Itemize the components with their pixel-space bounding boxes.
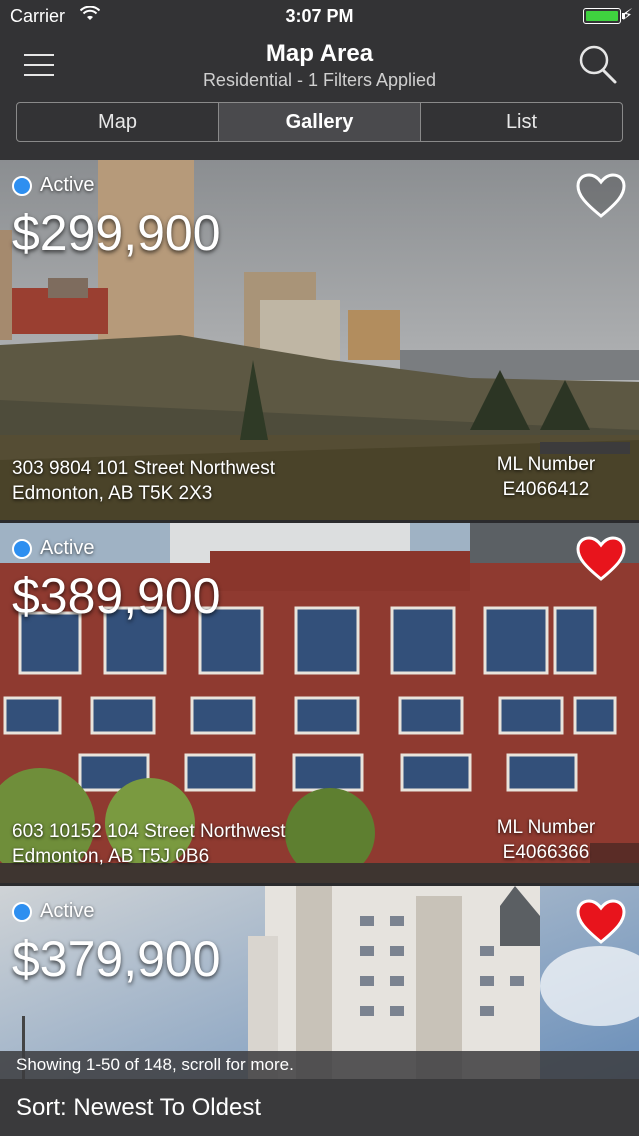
listing-price: $299,900 — [12, 205, 221, 261]
address-line-2: Edmonton, AB T5K 2X3 — [12, 483, 213, 504]
status-dot-icon — [12, 175, 32, 196]
listing-price: $379,900 — [12, 931, 221, 987]
address-line-2: Edmonton, AB T5J 0B6 — [12, 846, 210, 867]
listing-card[interactable]: Active $299,900 303 9804 101 Street Nort… — [0, 160, 639, 520]
listing-status: Active — [12, 537, 94, 560]
charging-icon: ⚡ — [621, 7, 633, 24]
results-count: Showing 1-50 of 148, scroll for more. — [0, 1051, 639, 1079]
ml-label: ML Number — [496, 454, 596, 475]
tab-gallery[interactable]: Gallery — [219, 103, 421, 141]
listing-status: Active — [12, 174, 94, 197]
ml-number: E4066366 — [502, 842, 590, 863]
listing-address: 303 9804 101 Street Northwest Edmonton, … — [12, 456, 275, 506]
favorite-button[interactable] — [575, 898, 627, 946]
listing-price: $389,900 — [12, 568, 221, 624]
address-line-1: 603 10152 104 Street Northwest — [12, 821, 286, 842]
tab-map[interactable]: Map — [17, 103, 219, 141]
ml-number-block: ML Number E4066412 — [481, 452, 611, 502]
view-switcher: Map Gallery List — [16, 102, 623, 142]
favorite-button[interactable] — [575, 535, 627, 583]
status-dot-icon — [12, 538, 32, 559]
status-label: Active — [40, 537, 95, 559]
listing-address: 603 10152 104 Street Northwest Edmonton,… — [12, 819, 286, 869]
search-icon — [579, 45, 617, 84]
tab-list[interactable]: List — [421, 103, 622, 141]
listing-card[interactable]: Active $389,900 603 10152 104 Street Nor… — [0, 523, 639, 883]
status-dot-icon — [12, 901, 32, 922]
ml-number-block: ML Number E4066366 — [481, 815, 611, 865]
search-button[interactable] — [577, 44, 619, 86]
sort-button[interactable]: Sort: Newest To Oldest — [0, 1079, 639, 1136]
status-label: Active — [40, 900, 95, 922]
listing-status: Active — [12, 900, 94, 923]
ml-label: ML Number — [496, 817, 596, 838]
ml-number: E4066412 — [502, 479, 590, 500]
clock: 3:07 PM — [285, 6, 354, 26]
favorite-button[interactable] — [575, 172, 627, 220]
battery-icon — [583, 8, 625, 24]
filters-subtitle: Residential - 1 Filters Applied — [202, 70, 437, 90]
address-line-1: 303 9804 101 Street Northwest — [12, 458, 276, 479]
nav-header: Map Area Residential - 1 Filters Applied… — [0, 32, 639, 160]
heart-filled-icon — [576, 899, 626, 944]
heart-outline-icon — [576, 173, 626, 218]
page-title: Map Area — [265, 40, 374, 67]
status-bar: Carrier 3:07 PM ⚡ — [0, 0, 639, 32]
heart-filled-icon — [576, 536, 626, 581]
status-label: Active — [40, 174, 95, 196]
